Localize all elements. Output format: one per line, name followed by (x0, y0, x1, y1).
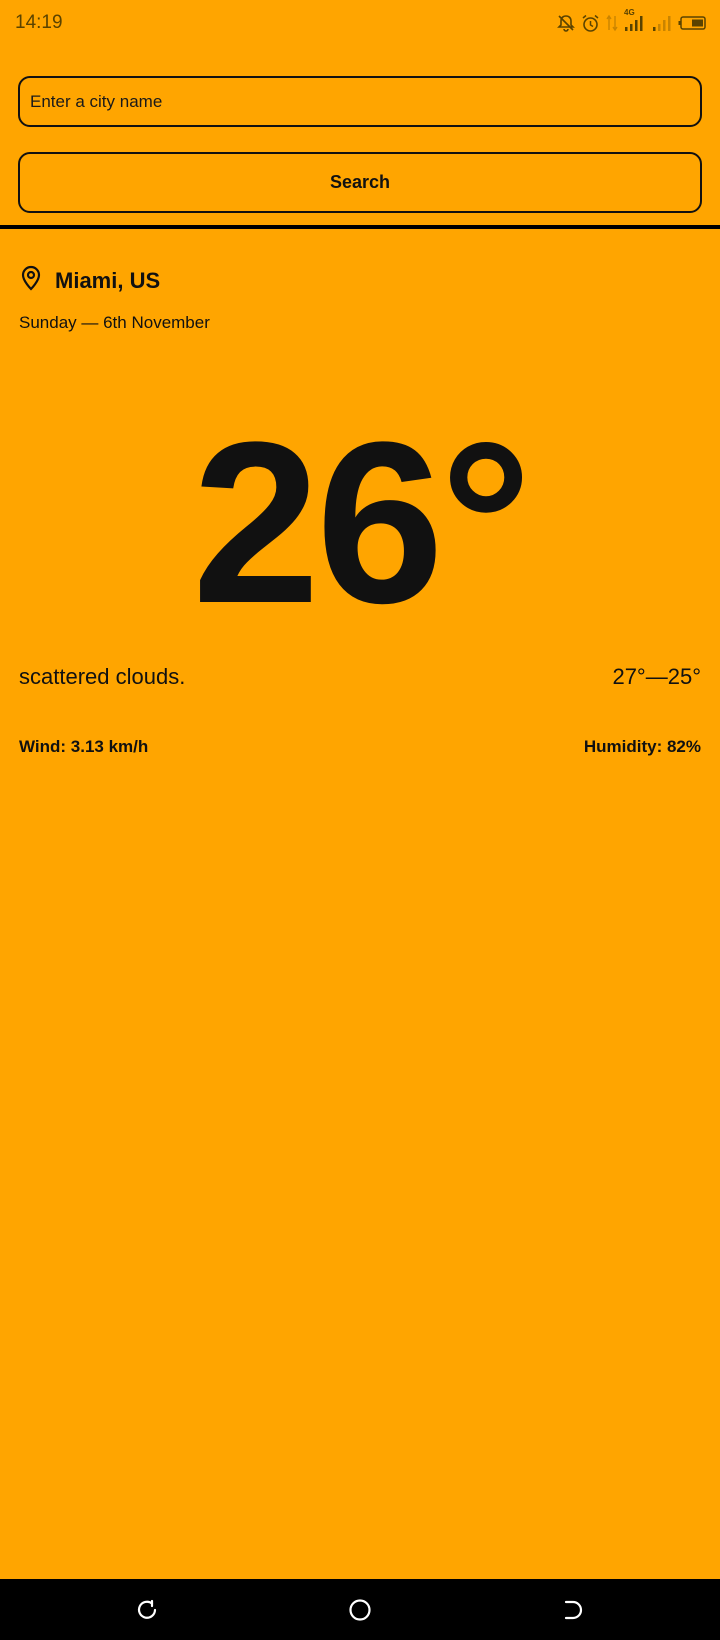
data-arrows-icon (606, 14, 618, 32)
city-search-input[interactable] (18, 76, 702, 127)
divider (0, 225, 720, 229)
wind-speed: Wind: 3.13 km/h (19, 737, 149, 756)
location-row: Miami, US (19, 265, 160, 296)
signal-icon: 4G (624, 8, 646, 32)
temperature-range: 27°—25° (612, 664, 701, 689)
status-time: 14:19 (15, 12, 63, 33)
weather-description: scattered clouds. (19, 664, 186, 689)
alarm-icon (581, 14, 600, 33)
date-label: Sunday — 6th November (19, 313, 210, 332)
current-temperature: 26° (192, 394, 532, 651)
humidity: Humidity: 82% (583, 737, 701, 756)
back-icon[interactable] (543, 1585, 603, 1635)
network-type-label: 4G (624, 8, 635, 17)
signal-icon (652, 14, 672, 32)
battery-icon (678, 15, 706, 31)
navigation-bar (0, 1579, 720, 1640)
location-name: Miami, US (55, 267, 161, 293)
map-pin-icon (19, 265, 43, 296)
home-icon[interactable] (330, 1585, 390, 1635)
bell-off-icon (557, 14, 575, 32)
status-icons: 4G (557, 8, 706, 33)
status-bar: 14:19 4G (0, 0, 720, 46)
recent-apps-icon[interactable] (117, 1585, 177, 1635)
search-button[interactable]: Search (18, 152, 702, 213)
